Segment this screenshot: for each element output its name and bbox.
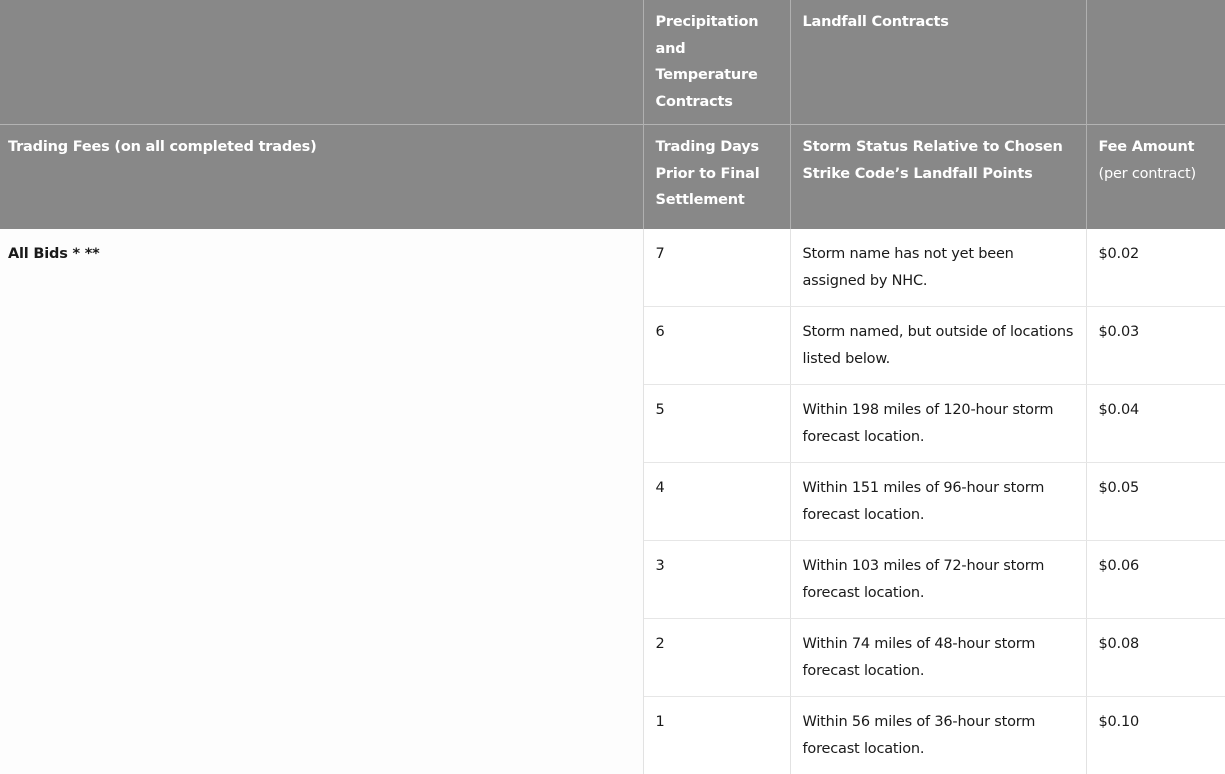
trading-days-cell: 3	[643, 541, 790, 619]
fee-amount-label: Fee Amount	[1099, 139, 1195, 155]
trading-days-cell: 4	[643, 463, 790, 541]
storm-status-cell: Within 74 miles of 48-hour storm forecas…	[790, 619, 1086, 697]
trading-days-cell: 6	[643, 307, 790, 385]
storm-status-cell: Within 198 miles of 120-hour storm forec…	[790, 385, 1086, 463]
fee-amount-cell: $0.03	[1086, 307, 1225, 385]
header-empty-cell	[0, 0, 643, 125]
header-landfall-contracts: Landfall Contracts	[790, 0, 1086, 125]
fee-amount-cell: $0.04	[1086, 385, 1225, 463]
fee-amount-note: (per contract)	[1099, 166, 1196, 182]
header-trading-days: Trading Days Prior to Final Settlement	[643, 125, 790, 230]
fee-amount-cell: $0.05	[1086, 463, 1225, 541]
trading-fees-table: Precipitation and Temperature Contracts …	[0, 0, 1225, 774]
all-bids-label: All Bids * **	[0, 229, 643, 774]
storm-status-cell: Within 103 miles of 72-hour storm foreca…	[790, 541, 1086, 619]
header-empty-cell-right	[1086, 0, 1225, 125]
header-storm-status: Storm Status Relative to Chosen Strike C…	[790, 125, 1086, 230]
fee-amount-cell: $0.06	[1086, 541, 1225, 619]
trading-days-cell: 5	[643, 385, 790, 463]
fee-amount-cell: $0.08	[1086, 619, 1225, 697]
trading-days-cell: 7	[643, 229, 790, 307]
trading-days-cell: 2	[643, 619, 790, 697]
trading-days-cell: 1	[643, 697, 790, 774]
fee-amount-cell: $0.02	[1086, 229, 1225, 307]
table-row: All Bids * ** 7 Storm name has not yet b…	[0, 229, 1225, 307]
storm-status-cell: Within 56 miles of 36-hour storm forecas…	[790, 697, 1086, 774]
header-row-columns: Trading Fees (on all completed trades) T…	[0, 125, 1225, 230]
header-fee-amount: Fee Amount (per contract)	[1086, 125, 1225, 230]
header-row-contract-types: Precipitation and Temperature Contracts …	[0, 0, 1225, 125]
header-precipitation-temperature: Precipitation and Temperature Contracts	[643, 0, 790, 125]
storm-status-cell: Storm name has not yet been assigned by …	[790, 229, 1086, 307]
storm-status-cell: Within 151 miles of 96-hour storm foreca…	[790, 463, 1086, 541]
header-trading-fees: Trading Fees (on all completed trades)	[0, 125, 643, 230]
fee-amount-cell: $0.10	[1086, 697, 1225, 774]
storm-status-cell: Storm named, but outside of locations li…	[790, 307, 1086, 385]
